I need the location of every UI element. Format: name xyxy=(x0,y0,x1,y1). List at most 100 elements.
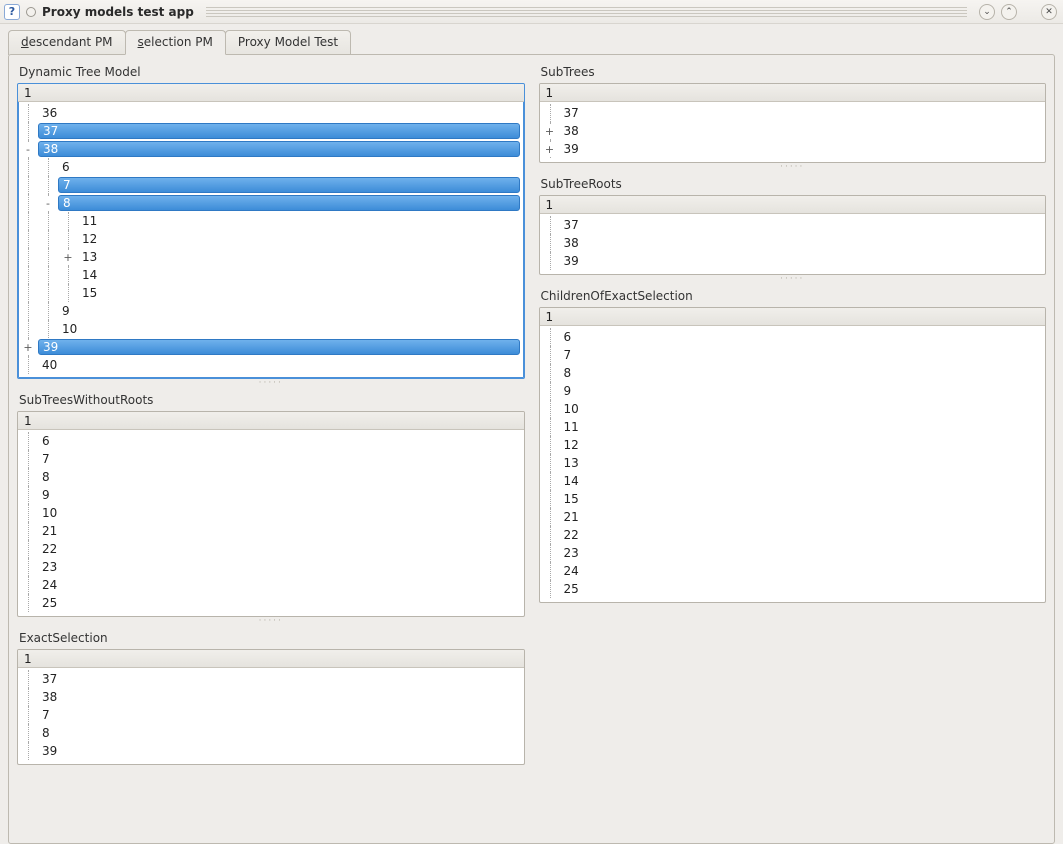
window-menu-icon[interactable] xyxy=(26,7,36,17)
tree-branch-icon xyxy=(58,284,78,302)
dynamic-tree-view[interactable]: 1 3637-3867-811 12 +131415910+3940 xyxy=(17,83,525,379)
tree-row[interactable]: 10 xyxy=(540,400,1046,418)
tree-row[interactable]: 23 xyxy=(18,558,524,576)
expand-icon[interactable]: + xyxy=(540,122,560,140)
tree-row[interactable]: 37 xyxy=(18,670,524,688)
tree-branch-icon xyxy=(540,234,560,252)
tree-row[interactable]: 39 xyxy=(540,252,1046,270)
tree-row[interactable]: 6 xyxy=(540,328,1046,346)
tree-item-label: 8 xyxy=(560,366,576,380)
tree-row[interactable]: 6 xyxy=(18,432,524,450)
tree-row[interactable]: 21 xyxy=(540,508,1046,526)
roll-up-button[interactable]: ⌃ xyxy=(1001,4,1017,20)
expand-icon[interactable]: + xyxy=(18,338,38,356)
tree-branch-icon xyxy=(540,526,560,544)
collapse-icon[interactable]: - xyxy=(18,140,38,158)
tree-row[interactable]: 8 xyxy=(18,468,524,486)
splitter-handle[interactable]: ····· xyxy=(17,617,525,625)
tree-row[interactable]: 24 xyxy=(18,576,524,594)
children-of-exact-selection-view[interactable]: 1 6 7 8 9 1011121314152122232425 xyxy=(539,307,1047,603)
expand-icon[interactable]: + xyxy=(540,140,560,158)
tree-row[interactable]: +39 xyxy=(18,338,524,356)
tree-item-label: 6 xyxy=(560,330,576,344)
tree-column-header[interactable]: 1 xyxy=(540,308,1046,326)
tree-row[interactable]: +39 xyxy=(540,140,1046,158)
tree-item-label: 7 xyxy=(58,177,520,193)
tree-row[interactable]: -38 xyxy=(18,140,524,158)
tree-row[interactable]: +38 xyxy=(540,122,1046,140)
tree-column-header[interactable]: 1 xyxy=(540,196,1046,214)
tree-row[interactable]: 12 xyxy=(540,436,1046,454)
tree-row[interactable]: 7 xyxy=(540,346,1046,364)
tree-row[interactable]: 24 xyxy=(540,562,1046,580)
tree-row[interactable]: -8 xyxy=(18,194,524,212)
tree-item-label: 9 xyxy=(560,384,576,398)
tree-row[interactable]: 9 xyxy=(18,302,524,320)
tab-selection-pm[interactable]: selection PM xyxy=(125,30,226,55)
tree-row[interactable]: 25 xyxy=(18,594,524,612)
tree-row[interactable]: 11 xyxy=(18,212,524,230)
collapse-icon[interactable]: - xyxy=(38,194,58,212)
tree-row[interactable]: 15 xyxy=(540,490,1046,508)
tree-row[interactable]: 8 xyxy=(18,724,524,742)
splitter-handle[interactable]: ····· xyxy=(539,275,1047,283)
tree-row[interactable]: 7 xyxy=(18,450,524,468)
tree-row[interactable]: 36 xyxy=(18,104,524,122)
tree-row[interactable]: 9 xyxy=(18,486,524,504)
tree-row[interactable]: 11 xyxy=(540,418,1046,436)
tree-row[interactable]: 37 xyxy=(540,104,1046,122)
expand-icon[interactable]: + xyxy=(58,248,78,266)
tree-row[interactable]: 8 xyxy=(540,364,1046,382)
tree-row[interactable]: 7 xyxy=(18,176,524,194)
tree-row[interactable]: 15 xyxy=(18,284,524,302)
tab-descendant-pm[interactable]: descendant PM xyxy=(8,30,126,55)
tree-branch-icon xyxy=(18,450,38,468)
roll-down-button[interactable]: ⌄ xyxy=(979,4,995,20)
tree-column-header[interactable]: 1 xyxy=(18,84,524,102)
tree-row[interactable]: 14 xyxy=(540,472,1046,490)
tree-column-header[interactable]: 1 xyxy=(540,84,1046,102)
tree-row[interactable]: 12 xyxy=(18,230,524,248)
tree-item-label: 24 xyxy=(38,578,61,592)
panel-subtrees-without-roots: SubTreesWithoutRoots 1 6789102122232425 … xyxy=(17,391,525,625)
tree-row[interactable]: 38 xyxy=(18,688,524,706)
tree-row[interactable]: 22 xyxy=(18,540,524,558)
tree-row[interactable]: 9 xyxy=(540,382,1046,400)
panel-title: Dynamic Tree Model xyxy=(19,65,523,79)
tree-column-header[interactable]: 1 xyxy=(18,412,524,430)
tree-row[interactable]: 23 xyxy=(540,544,1046,562)
tab-proxy-model-test[interactable]: Proxy Model Test xyxy=(225,30,351,55)
subtrees-view[interactable]: 1 37+38+39 xyxy=(539,83,1047,163)
tree-row[interactable]: 13 xyxy=(540,454,1046,472)
tree-row[interactable]: 7 xyxy=(18,706,524,724)
help-icon[interactable]: ? xyxy=(4,4,20,20)
tree-row[interactable]: 14 xyxy=(18,266,524,284)
tree-row[interactable]: +13 xyxy=(18,248,524,266)
tree-branch-icon xyxy=(18,706,38,724)
subtree-roots-view[interactable]: 1 373839 xyxy=(539,195,1047,275)
tree-branch-icon xyxy=(540,472,560,490)
subtrees-without-roots-view[interactable]: 1 678910212223 24 25 xyxy=(17,411,525,617)
splitter-handle[interactable]: ····· xyxy=(17,379,525,387)
tree-row[interactable]: 6 xyxy=(18,158,524,176)
splitter-handle[interactable]: ····· xyxy=(539,163,1047,171)
tree-row[interactable]: 22 xyxy=(540,526,1046,544)
tree-row[interactable]: 37 xyxy=(540,216,1046,234)
tree-row[interactable]: 10 xyxy=(18,320,524,338)
tree-item-label: 12 xyxy=(78,232,101,246)
tree-branch-icon xyxy=(18,576,38,594)
tree-column-header[interactable]: 1 xyxy=(18,650,524,668)
exact-selection-view[interactable]: 1 3738 7 839 xyxy=(17,649,525,765)
tree-row[interactable]: 10 xyxy=(18,504,524,522)
tree-row[interactable]: 37 xyxy=(18,122,524,140)
tree-row[interactable]: 39 xyxy=(18,742,524,760)
close-button[interactable]: ✕ xyxy=(1041,4,1057,20)
tree-branch-icon xyxy=(540,382,560,400)
tree-branch-icon xyxy=(18,432,38,450)
tree-row[interactable]: 21 xyxy=(18,522,524,540)
tree-row[interactable]: 25 xyxy=(540,580,1046,598)
tree-row[interactable]: 40 xyxy=(18,356,524,374)
tree-row[interactable]: 38 xyxy=(540,234,1046,252)
tree-branch-icon xyxy=(540,562,560,580)
tree-item-label: 7 xyxy=(38,708,54,722)
